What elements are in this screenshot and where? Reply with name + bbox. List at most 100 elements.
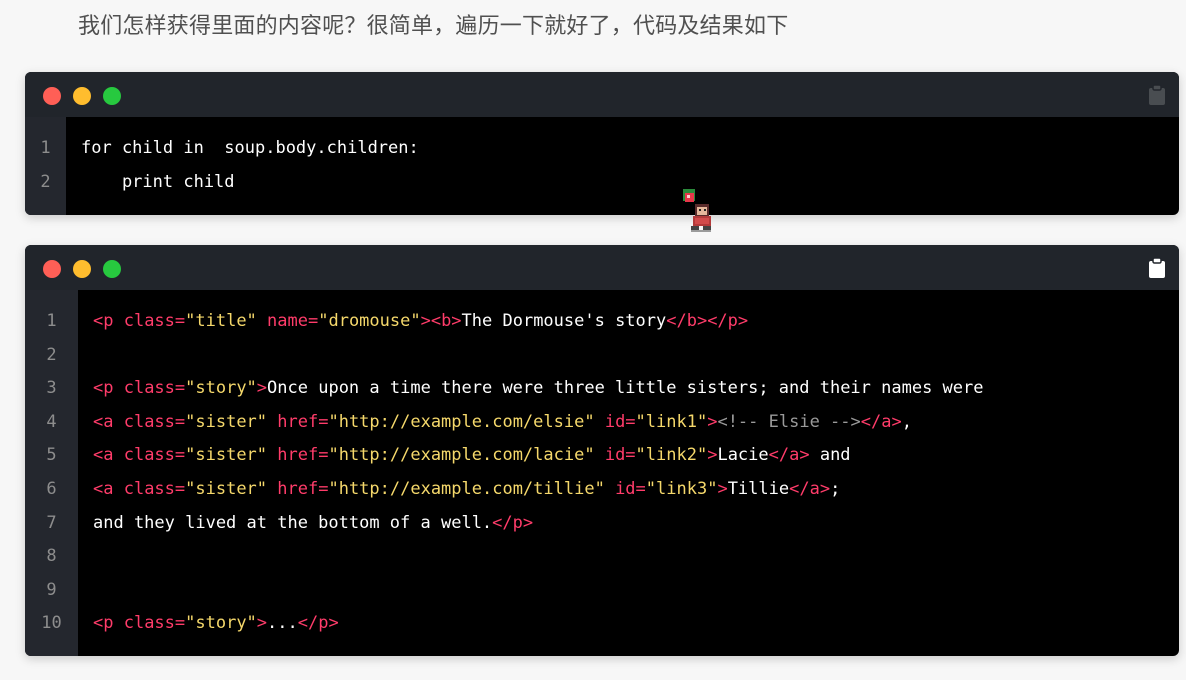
code-token: >: [256, 378, 268, 399]
code-token: and: [809, 445, 851, 466]
code-token: </a>: [789, 478, 831, 499]
line-number: 1: [40, 138, 51, 158]
line-number: 1: [46, 311, 57, 331]
code-line: and they lived at the bottom of a well.<…: [93, 507, 984, 541]
code-token: class=: [123, 311, 186, 331]
line-number: 10: [41, 613, 62, 634]
code-token: class=: [123, 411, 186, 432]
code-token: >: [707, 445, 718, 466]
code-line: <a class="sister" href="http://example.c…: [93, 473, 984, 507]
code-token: <p: [93, 613, 124, 634]
code-body: 1 2 3 4 5 6 7 8 9 10 <p class="title" name="dromo…: [25, 290, 1179, 656]
window-close-dot-icon: [43, 260, 61, 278]
code-token: id=: [615, 478, 646, 499]
clipboard-icon[interactable]: [1147, 84, 1167, 106]
code-window-titlebar: [25, 245, 1179, 290]
line-number: 9: [46, 579, 57, 600]
code-line: <p class="story">...</p>: [93, 607, 984, 641]
code-token: <p: [93, 378, 124, 399]
code-token: "sister": [185, 445, 268, 466]
line-number-gutter: 1 2 3 4 5 6 7 8 9 10: [25, 290, 78, 656]
code-line: for child in soup.body.children:: [81, 132, 419, 166]
code-token: name=: [267, 311, 319, 331]
code-token: and they lived at the bottom of a well.: [93, 512, 493, 533]
code-content: <p class="title" name="dromouse"><b>The …: [78, 290, 984, 656]
code-token: </b></p>: [666, 311, 749, 331]
code-token: class=: [123, 478, 186, 499]
code-token: class=: [123, 378, 186, 399]
code-token: Once upon a time there were three little…: [267, 378, 984, 399]
code-token: print child: [81, 171, 235, 192]
code-token: ...: [267, 613, 298, 634]
code-content: for child in soup.body.children: print c…: [66, 117, 419, 215]
code-line: print child: [81, 166, 419, 200]
code-token: for child in soup.body.children:: [81, 138, 419, 158]
code-block-source: 12 for child in soup.body.children: prin…: [25, 72, 1179, 215]
code-token: href=: [277, 445, 329, 466]
code-token: "http://example.com/elsie": [328, 411, 595, 432]
code-token: "story": [185, 378, 257, 399]
code-token: id=: [604, 411, 636, 432]
code-token: The Dormouse's story: [461, 311, 667, 331]
code-token: >: [707, 411, 718, 432]
code-token: "dromouse": [318, 311, 421, 331]
code-token: id=: [604, 445, 636, 466]
line-number: 5: [46, 445, 57, 466]
code-token: <a: [93, 478, 124, 499]
code-token: "http://example.com/tillie": [328, 478, 605, 499]
code-token: href=: [277, 411, 329, 432]
code-token: "link3": [645, 478, 718, 499]
code-token: </a>: [768, 445, 810, 466]
code-token: "sister": [185, 411, 268, 432]
line-number-gutter: 12: [25, 117, 66, 215]
code-token: </p>: [492, 512, 534, 533]
code-token: <a: [93, 445, 124, 466]
code-token: Lacie: [717, 445, 769, 466]
pixel-mascot-icon[interactable]: [680, 186, 714, 234]
line-number: 4: [46, 411, 57, 432]
code-line: <p class="title" name="dromouse"><b>The …: [93, 305, 984, 339]
code-token: "sister": [185, 478, 268, 499]
intro-paragraph: 我们怎样获得里面的内容呢？很简单，遍历一下就好了，代码及结果如下: [78, 14, 789, 39]
code-token: >: [256, 613, 268, 634]
code-token: <a: [93, 411, 124, 432]
line-number: 2: [40, 171, 51, 192]
code-window-titlebar: [25, 72, 1179, 117]
code-token: <p: [93, 311, 124, 331]
code-block-output: 1 2 3 4 5 6 7 8 9 10 <p class="title" name="dromo…: [25, 245, 1179, 656]
line-number: 7: [46, 512, 57, 533]
code-token: href=: [277, 478, 329, 499]
code-token: class=: [123, 613, 186, 634]
window-minimize-dot-icon: [73, 260, 91, 278]
code-token: ;: [830, 478, 841, 499]
window-close-dot-icon: [43, 87, 61, 105]
code-token: "http://example.com/lacie": [328, 445, 595, 466]
code-token: >: [717, 478, 728, 499]
code-line: <p class="story">Once upon a time there …: [93, 372, 984, 406]
window-minimize-dot-icon: [73, 87, 91, 105]
line-number: 2: [46, 344, 57, 365]
code-token: "link1": [635, 411, 708, 432]
code-body: 12 for child in soup.body.children: prin…: [25, 117, 1179, 215]
code-token: class=: [123, 445, 186, 466]
window-maximize-dot-icon: [103, 87, 121, 105]
line-number: 8: [46, 546, 57, 567]
code-token: "story": [185, 613, 257, 634]
code-token: </a>: [860, 411, 902, 432]
clipboard-icon[interactable]: [1147, 257, 1167, 279]
window-maximize-dot-icon: [103, 260, 121, 278]
code-line: <a class="sister" href="http://example.c…: [93, 439, 984, 473]
code-token: <!-- Elsie -->: [717, 411, 861, 432]
code-line: <a class="sister" href="http://example.c…: [93, 406, 984, 440]
line-number: 3: [46, 378, 57, 399]
code-token: Tillie: [727, 478, 790, 499]
code-token: ><b>: [420, 311, 462, 331]
